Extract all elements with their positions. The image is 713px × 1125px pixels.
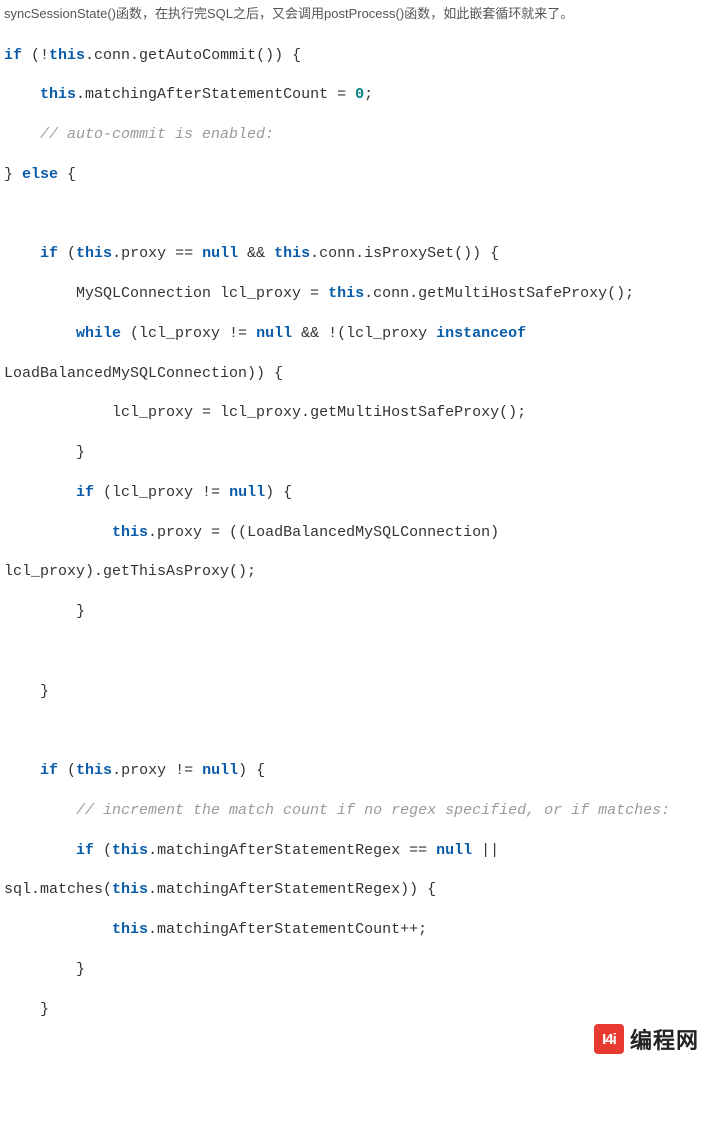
t: .matchingAfterStatementRegex)) { (148, 881, 436, 898)
t: ) { (265, 484, 292, 501)
comment: // increment the match count if no regex… (76, 802, 670, 819)
t: && !(lcl_proxy (292, 325, 436, 342)
kw-null: null (436, 842, 472, 859)
t: .conn.getAutoCommit()) { (85, 47, 301, 64)
t: } (4, 683, 49, 700)
comment: // auto-commit is enabled: (40, 126, 274, 143)
t (4, 126, 40, 143)
logo-mark-icon: I4i (594, 1024, 624, 1054)
kw-if: if (76, 842, 94, 859)
t: .conn.isProxySet()) { (310, 245, 499, 262)
t (4, 484, 76, 501)
site-logo: I4i 编程网 (594, 1023, 699, 1055)
intro-text: syncSessionState()函数，在执行完SQL之后，又会调用postP… (0, 0, 713, 36)
t (4, 842, 76, 859)
t: .proxy == (112, 245, 202, 262)
t: .proxy != (112, 762, 202, 779)
kw-null: null (229, 484, 265, 501)
logo-text: 编程网 (630, 1023, 699, 1055)
t: ( (94, 842, 112, 859)
t: .conn.getMultiHostSafeProxy(); (364, 285, 634, 302)
t: lcl_proxy = lcl_proxy.getMultiHostSafePr… (4, 404, 526, 421)
t: { (58, 166, 76, 183)
t: && (238, 245, 274, 262)
kw-this: this (328, 285, 364, 302)
kw-this: this (112, 921, 148, 938)
t: ) { (238, 762, 265, 779)
kw-instanceof: instanceof (436, 325, 526, 342)
t (4, 802, 76, 819)
kw-this: this (49, 47, 85, 64)
kw-this: this (274, 245, 310, 262)
kw-null: null (202, 762, 238, 779)
t: .matchingAfterStatementCount = (76, 86, 355, 103)
kw-if: if (76, 484, 94, 501)
t: .matchingAfterStatementCount++; (148, 921, 427, 938)
kw-this: this (112, 842, 148, 859)
kw-this: this (112, 524, 148, 541)
kw-else: else (22, 166, 58, 183)
t: } (4, 1001, 49, 1018)
t (4, 921, 112, 938)
t: MySQLConnection lcl_proxy = (4, 285, 328, 302)
t: } (4, 166, 22, 183)
t: .matchingAfterStatementRegex == (148, 842, 436, 859)
t (4, 86, 40, 103)
kw-null: null (202, 245, 238, 262)
t: ( (58, 245, 76, 262)
num-zero: 0 (355, 86, 364, 103)
t: } (4, 603, 85, 620)
t: ; (364, 86, 373, 103)
kw-this: this (76, 762, 112, 779)
kw-if: if (4, 47, 22, 64)
t: } (4, 444, 85, 461)
t (4, 245, 40, 262)
t: ( (58, 762, 76, 779)
kw-if: if (40, 762, 58, 779)
kw-while: while (76, 325, 121, 342)
t (4, 762, 40, 779)
t: (lcl_proxy != (121, 325, 256, 342)
kw-null: null (256, 325, 292, 342)
t: } (4, 961, 85, 978)
kw-this: this (112, 881, 148, 898)
kw-this: this (40, 86, 76, 103)
t: (lcl_proxy != (94, 484, 229, 501)
t: (! (22, 47, 49, 64)
t (4, 325, 76, 342)
kw-if: if (40, 245, 58, 262)
kw-this: this (76, 245, 112, 262)
t (4, 524, 112, 541)
code-block: if (!this.conn.getAutoCommit()) { this.m… (0, 36, 713, 1070)
